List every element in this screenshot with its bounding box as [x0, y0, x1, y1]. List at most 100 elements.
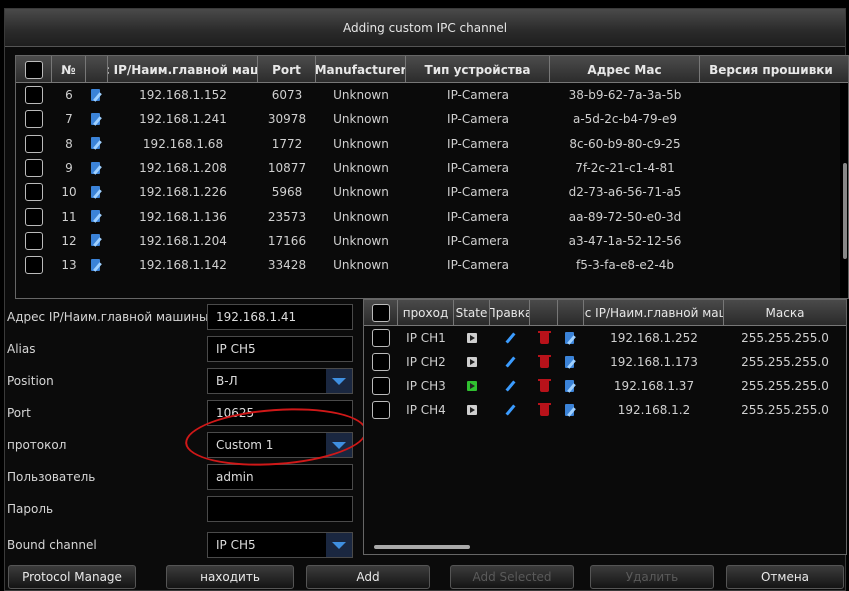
row-select-cell[interactable]	[16, 229, 52, 253]
row-select-cell[interactable]	[16, 83, 52, 107]
add-selected-button[interactable]: Add Selected	[450, 565, 574, 589]
channel-select-cell[interactable]	[364, 398, 398, 422]
row-select-cell[interactable]	[16, 253, 52, 277]
channel-table-hscroll[interactable]	[370, 544, 842, 550]
row-edit-cell[interactable]	[86, 83, 108, 107]
channel-checkbox[interactable]	[372, 401, 390, 419]
row-select-cell[interactable]	[16, 204, 52, 228]
user-input[interactable]: admin	[207, 464, 353, 490]
row-checkbox[interactable]	[25, 110, 43, 129]
channel-state-cell[interactable]	[454, 326, 490, 350]
row-checkbox[interactable]	[25, 207, 43, 226]
row-select-cell[interactable]	[16, 132, 52, 156]
col-port[interactable]: Port	[258, 56, 316, 83]
table-row[interactable]: 12 192.168.1.204 17166 Unknown IP-Camera a3-4…	[16, 229, 848, 253]
edit-icon[interactable]	[565, 379, 577, 393]
table-row[interactable]: 10 192.168.1.226 5968 Unknown IP-Camera d2-73…	[16, 180, 848, 204]
password-input[interactable]	[207, 496, 353, 522]
table-row[interactable]: 8 192.168.1.68 1772 Unknown IP-Camera 8c-60-b…	[16, 132, 848, 156]
edit-icon[interactable]	[565, 331, 577, 345]
col-edit[interactable]: Правка	[490, 300, 530, 326]
play-icon[interactable]	[467, 405, 477, 415]
col-mask[interactable]: Маска	[724, 300, 846, 326]
row-checkbox[interactable]	[25, 86, 43, 105]
row-checkbox[interactable]	[25, 183, 43, 202]
channel-select-cell[interactable]	[364, 374, 398, 398]
edit-icon[interactable]	[91, 161, 103, 175]
edit-icon[interactable]	[565, 355, 577, 369]
channel-state-cell[interactable]	[454, 350, 490, 374]
col-device-type[interactable]: Тип устройства	[406, 56, 550, 83]
channel-state-cell[interactable]	[454, 398, 490, 422]
row-edit-cell[interactable]	[86, 253, 108, 277]
bound-select[interactable]: IP CH5	[207, 532, 353, 558]
hscroll-thumb[interactable]	[374, 545, 470, 549]
table-row[interactable]: 9 192.168.1.208 10877 Unknown IP-Camera 7f-2c…	[16, 156, 848, 180]
channel-delete-cell[interactable]	[530, 374, 558, 398]
trash-icon[interactable]	[537, 330, 551, 344]
row-edit-cell[interactable]	[86, 156, 108, 180]
channel-delete-cell[interactable]	[530, 350, 558, 374]
channel-select-cell[interactable]	[364, 326, 398, 350]
row-edit-cell[interactable]	[86, 132, 108, 156]
row-select-cell[interactable]	[16, 180, 52, 204]
channel-edit-cell[interactable]	[490, 374, 530, 398]
table-row[interactable]: 11 192.168.1.136 23573 Unknown IP-Camera aa-8…	[16, 204, 848, 228]
channel-config-cell[interactable]	[558, 374, 584, 398]
pencil-icon[interactable]	[504, 380, 516, 392]
channel-edit-cell[interactable]	[490, 350, 530, 374]
select-all-header[interactable]	[16, 56, 52, 83]
alias-input[interactable]: IP CH5	[207, 336, 353, 362]
edit-icon[interactable]	[91, 88, 103, 102]
row-edit-cell[interactable]	[86, 107, 108, 131]
select-all-channels-header[interactable]	[364, 300, 398, 326]
row-edit-cell[interactable]	[86, 204, 108, 228]
col-channel[interactable]: проход	[398, 300, 454, 326]
edit-icon[interactable]	[91, 137, 103, 150]
trash-icon[interactable]	[537, 354, 551, 368]
row-checkbox[interactable]	[25, 256, 43, 275]
channel-delete-cell[interactable]	[530, 326, 558, 350]
channel-delete-cell[interactable]	[530, 398, 558, 422]
play-icon[interactable]	[467, 357, 477, 367]
row-edit-cell[interactable]	[86, 229, 108, 253]
address-input[interactable]: 192.168.1.41	[207, 304, 353, 330]
channel-row[interactable]: IP CH3 192.168.1.37 255.255.255.0	[364, 374, 846, 398]
table-row[interactable]: 13 192.168.1.142 33428 Unknown IP-Camera f5-3…	[16, 253, 848, 277]
delete-button[interactable]: Удалить	[590, 565, 714, 589]
channel-config-cell[interactable]	[558, 398, 584, 422]
channel-edit-cell[interactable]	[490, 326, 530, 350]
channel-row[interactable]: IP CH4 192.168.1.2 255.255.255.0	[364, 398, 846, 422]
edit-icon[interactable]	[91, 185, 103, 199]
pencil-icon[interactable]	[504, 356, 516, 368]
trash-icon[interactable]	[537, 402, 551, 416]
edit-icon[interactable]	[91, 234, 103, 247]
play-icon[interactable]	[467, 333, 477, 343]
edit-icon[interactable]	[91, 210, 103, 223]
row-edit-cell[interactable]	[86, 180, 108, 204]
device-table-scrollbar[interactable]	[840, 83, 848, 298]
channel-row[interactable]: IP CH2 192.168.1.173 255.255.255.0	[364, 350, 846, 374]
col-channel-ip[interactable]: ес IP/Наим.главной маш	[584, 300, 724, 326]
channel-config-cell[interactable]	[558, 350, 584, 374]
protocol-manage-button[interactable]: Protocol Manage	[8, 565, 136, 589]
table-row[interactable]: 7 192.168.1.241 30978 Unknown IP-Camera a-5d-…	[16, 107, 848, 131]
trash-icon[interactable]	[537, 378, 551, 392]
scrollbar-thumb[interactable]	[843, 163, 847, 259]
position-select[interactable]: В-Л	[207, 368, 353, 394]
channel-state-cell[interactable]	[454, 374, 490, 398]
find-button[interactable]: находить	[166, 565, 294, 589]
channel-select-cell[interactable]	[364, 350, 398, 374]
add-button[interactable]: Add	[306, 565, 430, 589]
row-checkbox[interactable]	[25, 134, 43, 153]
col-state[interactable]: State	[454, 300, 490, 326]
edit-icon[interactable]	[91, 258, 103, 272]
channel-checkbox[interactable]	[372, 377, 390, 395]
pencil-icon[interactable]	[504, 404, 516, 416]
table-row[interactable]: 6 192.168.1.152 6073 Unknown IP-Camera 38-b9-…	[16, 83, 848, 107]
row-checkbox[interactable]	[25, 231, 43, 250]
channel-row[interactable]: IP CH1 192.168.1.252 255.255.255.0	[364, 326, 846, 350]
col-mac[interactable]: Адрес Mac	[550, 56, 700, 83]
pencil-icon[interactable]	[504, 332, 516, 344]
channel-config-cell[interactable]	[558, 326, 584, 350]
